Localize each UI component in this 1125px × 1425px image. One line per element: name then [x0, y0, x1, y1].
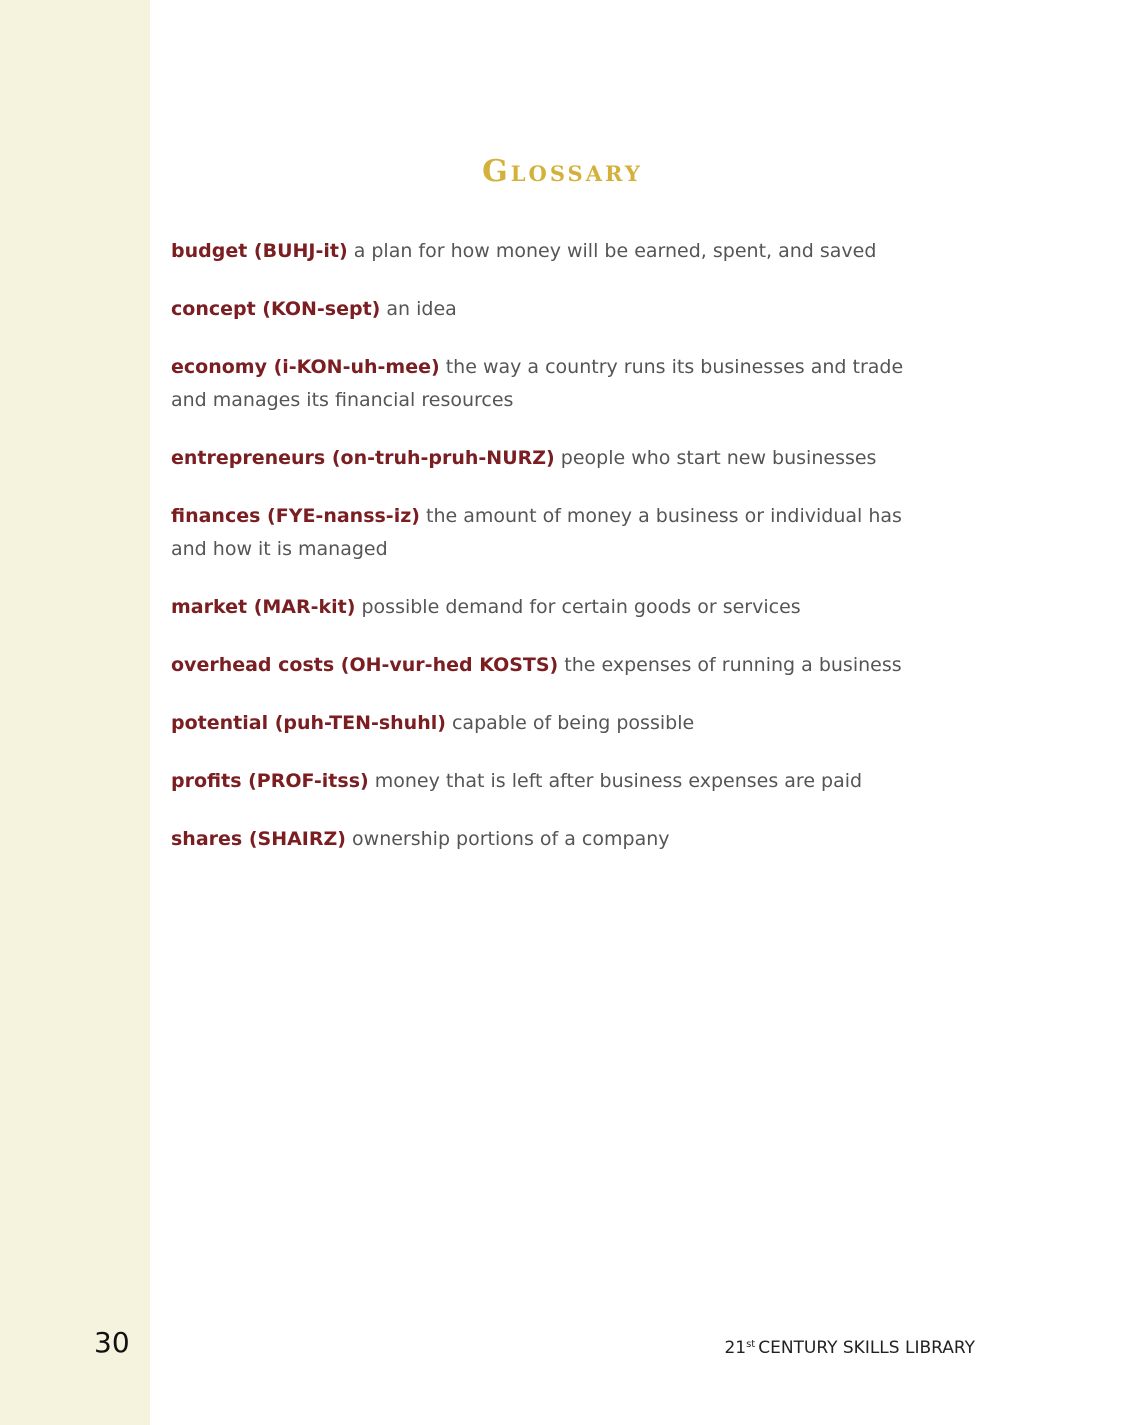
glossary-entry: concept (KON-sept) an idea	[171, 293, 931, 326]
glossary-term: budget (BUHJ-it)	[171, 240, 348, 262]
glossary-entry: economy (i-KON-uh-mee) the way a country…	[171, 351, 931, 417]
glossary-list: budget (BUHJ-it) a plan for how money wi…	[171, 235, 931, 881]
glossary-definition: money that is left after business expens…	[374, 770, 863, 792]
glossary-term: market (MAR-kit)	[171, 596, 356, 618]
glossary-term: shares (SHAIRZ)	[171, 828, 346, 850]
glossary-term: economy (i-KON-uh-mee)	[171, 356, 440, 378]
footer-ordinal-suffix: st	[746, 1339, 756, 1350]
glossary-term: profits (PROF-itss)	[171, 770, 369, 792]
glossary-definition: a plan for how money will be earned, spe…	[353, 240, 877, 262]
glossary-term: entrepreneurs (on-truh-pruh-NURZ)	[171, 447, 555, 469]
page-margin-sidebar	[0, 0, 150, 1425]
page-number: 30	[94, 1326, 130, 1359]
glossary-definition: an idea	[386, 298, 457, 320]
glossary-term: finances (FYE-nanss-iz)	[171, 505, 420, 527]
glossary-term: overhead costs (OH-vur-hed KOSTS)	[171, 654, 559, 676]
series-footer: 21st CENTURY SKILLS LIBRARY	[724, 1333, 975, 1360]
glossary-entry: budget (BUHJ-it) a plan for how money wi…	[171, 235, 931, 268]
glossary-term: potential (puh-TEN-shuhl)	[171, 712, 446, 734]
glossary-definition: capable of being possible	[451, 712, 695, 734]
glossary-entry: finances (FYE-nanss-iz) the amount of mo…	[171, 500, 931, 566]
glossary-definition: people who start new businesses	[560, 447, 877, 469]
glossary-entry: profits (PROF-itss) money that is left a…	[171, 765, 931, 798]
glossary-entry: potential (puh-TEN-shuhl) capable of bei…	[171, 707, 931, 740]
glossary-definition: ownership portions of a company	[352, 828, 670, 850]
glossary-entry: entrepreneurs (on-truh-pruh-NURZ) people…	[171, 442, 931, 475]
glossary-definition: possible demand for certain goods or ser…	[361, 596, 801, 618]
footer-series-name: CENTURY SKILLS LIBRARY	[758, 1338, 975, 1358]
page-title: Glossary	[482, 154, 643, 189]
glossary-definition: the expenses of running a business	[564, 654, 902, 676]
glossary-entry: shares (SHAIRZ) ownership portions of a …	[171, 823, 931, 856]
glossary-entry: market (MAR-kit) possible demand for cer…	[171, 591, 931, 624]
footer-number: 21	[724, 1338, 747, 1358]
glossary-term: concept (KON-sept)	[171, 298, 381, 320]
glossary-entry: overhead costs (OH-vur-hed KOSTS) the ex…	[171, 649, 931, 682]
